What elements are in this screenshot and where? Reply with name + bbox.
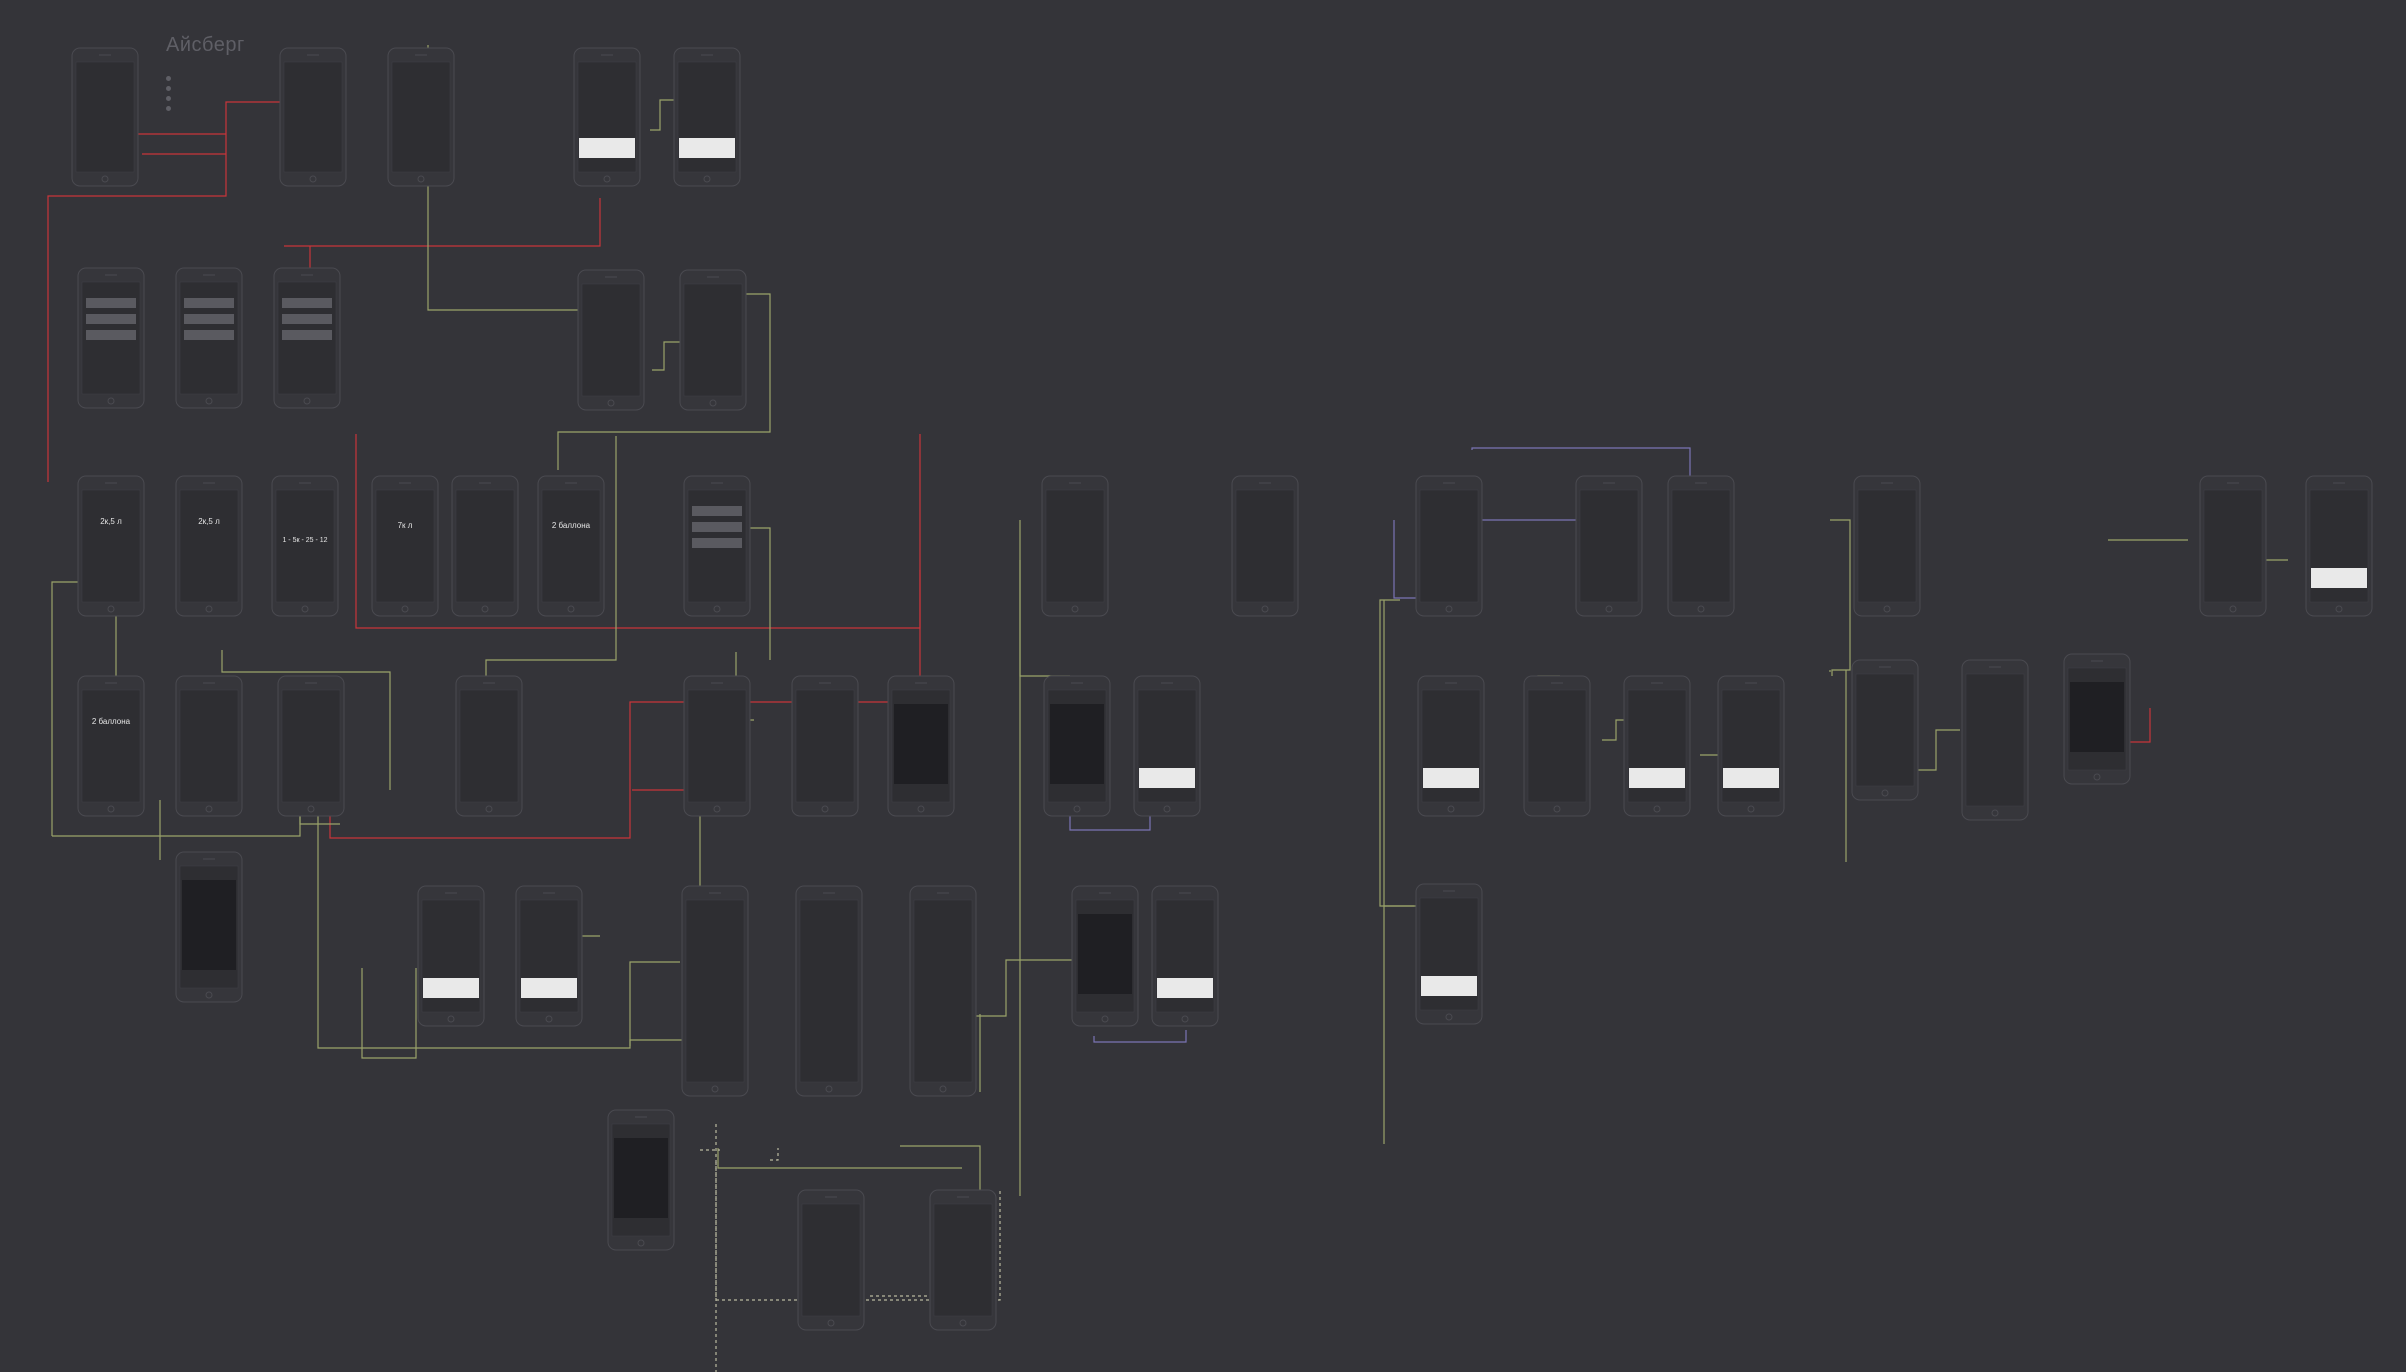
connector-line — [717, 1148, 962, 1169]
phone-mockup — [673, 47, 741, 187]
phone-mockup — [279, 47, 347, 187]
phone-mockup — [573, 47, 641, 187]
phone-mockup — [77, 267, 145, 409]
phone-mockup — [1961, 659, 2029, 821]
screen-label: 2к,5 л — [198, 517, 220, 526]
connector-line — [1914, 729, 1960, 771]
connector-line — [1093, 1030, 1187, 1043]
phone-wireframes — [71, 47, 2373, 1331]
phone-mockup — [1575, 475, 1643, 617]
connector-line — [976, 959, 1080, 1017]
phone-mockup — [797, 1189, 865, 1331]
phone-mockup — [271, 475, 339, 617]
phone-mockup — [909, 885, 977, 1097]
connector-line — [284, 198, 601, 247]
connector-line — [361, 968, 417, 1059]
phone-mockup — [683, 675, 751, 817]
phone-mockup — [607, 1109, 675, 1251]
phone-mockup — [887, 675, 955, 817]
phone-mockup — [175, 851, 243, 1003]
phone-mockup — [795, 885, 863, 1097]
phone-mockup — [1415, 883, 1483, 1025]
phone-mockup — [175, 675, 243, 817]
connector-line — [317, 790, 680, 1049]
phone-mockup — [1151, 885, 1219, 1027]
screen-label: 7к л — [398, 521, 413, 530]
connector-line — [1471, 447, 1691, 480]
phone-mockup — [1133, 675, 1201, 817]
phone-mockup — [175, 267, 243, 409]
phone-mockup — [1523, 675, 1591, 817]
phone-mockup — [577, 269, 645, 411]
phone-mockup — [537, 475, 605, 617]
connector-line — [1472, 519, 1585, 556]
phone-mockup — [277, 675, 345, 817]
phone-mockup — [417, 885, 485, 1027]
phone-mockup — [387, 47, 455, 187]
connector-line — [1379, 599, 1400, 812]
phone-mockup — [515, 885, 583, 1027]
connector-line — [1830, 519, 1851, 676]
phone-mockup — [683, 475, 751, 617]
wireframe-diagram: 2к,5 л 2к,5 л 1 - 5к - 25 - 12 7к л 2 баллон… — [47, 45, 2373, 1372]
phone-mockup — [2199, 475, 2267, 617]
connector-line — [355, 434, 921, 629]
phone-mockup — [679, 269, 747, 411]
phone-mockup — [2305, 475, 2373, 617]
flow-diagram-canvas: Айсберг 2к,5 л 2к,5 л1 - 5к - 25 - 12 7к л… — [0, 0, 2406, 1372]
connector-line — [650, 99, 674, 131]
phone-mockup — [77, 675, 145, 817]
phone-mockup — [1043, 675, 1111, 817]
phone-mockup — [1851, 659, 1919, 801]
phone-mockup — [455, 675, 523, 817]
phone-mockup — [273, 267, 341, 409]
phone-mockup — [371, 475, 439, 617]
phone-mockup — [1667, 475, 1735, 617]
screen-label: 2 баллона — [552, 521, 591, 530]
connector-line — [770, 1148, 779, 1161]
screen-label: 2к,5 л — [100, 517, 122, 526]
connector-line — [652, 341, 680, 371]
phone-mockup — [929, 1189, 997, 1331]
phone-mockup — [1853, 475, 1921, 617]
phone-mockup — [451, 475, 519, 617]
phone-mockup — [71, 47, 139, 187]
phone-mockup — [1071, 885, 1139, 1027]
phone-mockup — [791, 675, 859, 817]
phone-mockup — [1417, 675, 1485, 817]
phone-mockup — [2063, 653, 2131, 785]
phone-mockup — [1041, 475, 1109, 617]
phone-mockup — [1717, 675, 1785, 817]
phone-mockup — [1623, 675, 1691, 817]
screen-label: 2 баллона — [92, 717, 131, 726]
phone-mockup — [681, 885, 749, 1097]
screen-label: 1 - 5к - 25 - 12 — [282, 537, 327, 544]
phone-mockup — [1415, 475, 1483, 617]
phone-mockup — [77, 475, 145, 617]
phone-mockup — [175, 475, 243, 617]
phone-mockup — [1231, 475, 1299, 617]
